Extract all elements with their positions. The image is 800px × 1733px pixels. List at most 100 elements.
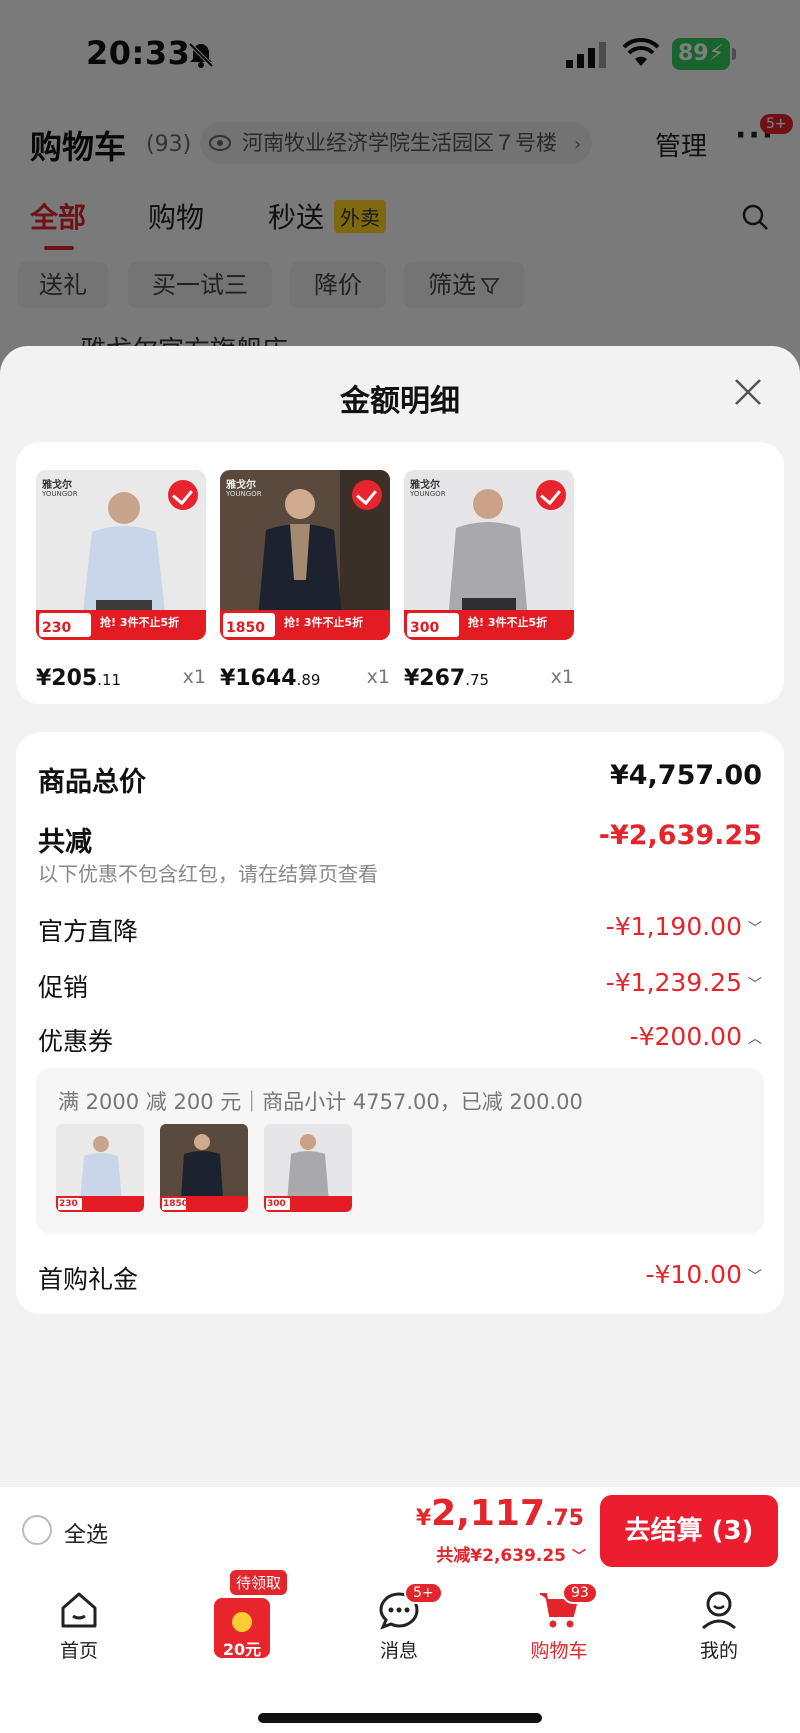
coupon-row[interactable]: -¥200.00 ︿ xyxy=(630,1022,762,1051)
brand-logo-en: YOUNGOR xyxy=(226,490,262,498)
red-packet-tag: 待领取 xyxy=(230,1570,288,1595)
chevron-down-icon: ﹀ xyxy=(572,1549,586,1565)
brand-logo-en: YOUNGOR xyxy=(42,490,78,498)
nav-label: 消息 xyxy=(379,1640,418,1662)
first-purchase-value: -¥10.00 xyxy=(645,1260,743,1289)
thumb-price-band: 230 xyxy=(56,1196,144,1212)
price-banner: 300 抢! 3件不止5折 xyxy=(404,610,574,640)
thumb-price-band: 300 xyxy=(264,1196,352,1212)
thumb-price-band: 1850 xyxy=(160,1196,248,1212)
nav-home[interactable]: 首页 xyxy=(24,1588,134,1663)
coupon-value: -¥200.00 xyxy=(629,1022,742,1051)
total-dec: .75 xyxy=(545,1506,584,1531)
product-quantity: x1 xyxy=(366,666,390,688)
product-price: ¥1644.89 xyxy=(220,666,320,691)
total-label: 商品总价 xyxy=(38,767,146,798)
estimated-price: 1850 xyxy=(223,613,275,637)
product-price: ¥267.75 xyxy=(404,666,489,691)
coupon-detail-text: 满 2000 减 200 元｜商品小计 4757.00，已减 200.00 xyxy=(58,1090,583,1114)
product-item[interactable]: 雅戈尔 YOUNGOR 300 抢! 3件不止5折 ¥267.75 x1 xyxy=(404,470,574,691)
total-saved[interactable]: 共减¥2,639.25 ﹀ xyxy=(436,1541,586,1566)
thumb-price: 1850 xyxy=(162,1198,189,1210)
estimated-price: 300 xyxy=(407,613,459,637)
promotion-label: 促销 xyxy=(38,973,89,1002)
nav-label: 购物车 xyxy=(530,1640,588,1662)
brand-logo: 雅戈尔 xyxy=(42,480,72,491)
select-all-label[interactable]: 全选 xyxy=(64,1517,108,1549)
chevron-down-icon: ﹀ xyxy=(748,921,762,937)
coupon-label: 优惠券 xyxy=(38,1027,114,1056)
nav-label: 首页 xyxy=(59,1640,98,1662)
reduce-label: 共减 xyxy=(38,827,92,858)
amount-detail-sheet: 金额明细 雅戈尔 YOUNGOR 230 抢! 3件不止5折 ¥205.11 x… xyxy=(0,346,800,1486)
nav-red-packet[interactable]: 20元 待领取 xyxy=(204,1570,288,1678)
close-icon[interactable] xyxy=(730,374,766,410)
total-saved-text: 共减¥2,639.25 xyxy=(436,1546,566,1566)
discount-note: 以下优惠不包含红包，请在结算页查看 xyxy=(38,862,378,886)
checkout-bar: 全选 ¥2,117.75 共减¥2,639.25 ﹀ 去结算 (3) xyxy=(0,1486,800,1574)
product-image[interactable]: 雅戈尔 YOUNGOR 230 抢! 3件不止5折 xyxy=(36,470,206,640)
official-discount-value: -¥1,190.00 xyxy=(605,912,742,941)
reduce-value: -¥2,639.25 xyxy=(598,820,762,851)
total-price: ¥2,117.75 xyxy=(416,1493,584,1534)
coupon-product-thumb: 1850 xyxy=(160,1124,248,1212)
user-icon xyxy=(702,1591,736,1630)
promotion-row[interactable]: -¥1,239.25 ﹀ xyxy=(606,968,762,997)
checked-icon[interactable] xyxy=(536,480,566,510)
coin-icon xyxy=(232,1612,252,1632)
price-int: ¥205 xyxy=(36,666,98,691)
price-int: ¥1644 xyxy=(220,666,297,691)
brand-logo-en: YOUNGOR xyxy=(410,490,446,498)
bottom-nav: 首页 20元 待领取 消息 5+ 购物车 93 我的 xyxy=(0,1570,800,1733)
dim-overlay[interactable] xyxy=(0,0,800,400)
coupon-product-thumb: 230 xyxy=(56,1124,144,1212)
cart-badge: 93 xyxy=(562,1582,598,1604)
product-quantity: x1 xyxy=(550,666,574,688)
nav-messages[interactable]: 消息 5+ xyxy=(344,1582,454,1663)
product-image[interactable]: 雅戈尔 YOUNGOR 1850 抢! 3件不止5折 xyxy=(220,470,390,640)
product-image[interactable]: 雅戈尔 YOUNGOR 300 抢! 3件不止5折 xyxy=(404,470,574,640)
price-dec: .75 xyxy=(465,671,490,689)
first-purchase-row[interactable]: -¥10.00 ﹀ xyxy=(646,1260,763,1289)
price-int: ¥267 xyxy=(404,666,466,691)
product-item[interactable]: 雅戈尔 YOUNGOR 230 抢! 3件不止5折 ¥205.11 x1 xyxy=(36,470,206,691)
checked-icon[interactable] xyxy=(352,480,382,510)
thumb-price: 300 xyxy=(266,1198,290,1210)
home-indicator xyxy=(258,1713,542,1723)
checkout-button[interactable]: 去结算 (3) xyxy=(600,1495,778,1567)
promo-text: 抢! 3件不止5折 xyxy=(468,616,548,629)
messages-badge: 5+ xyxy=(404,1582,443,1604)
product-quantity: x1 xyxy=(182,666,206,688)
thumb-price: 230 xyxy=(58,1198,82,1210)
price-banner: 230 抢! 3件不止5折 xyxy=(36,610,206,640)
official-discount-label: 官方直降 xyxy=(38,917,139,946)
price-dec: .89 xyxy=(296,671,321,689)
total-int: 2,117 xyxy=(431,1493,546,1534)
sheet-title: 金额明细 xyxy=(340,384,460,419)
price-dec: .11 xyxy=(97,671,122,689)
price-banner: 1850 抢! 3件不止5折 xyxy=(220,610,390,640)
chevron-down-icon: ﹀ xyxy=(748,977,762,993)
product-price: ¥205.11 xyxy=(36,666,121,691)
promotion-value: -¥1,239.25 xyxy=(605,968,742,997)
promo-text: 抢! 3件不止5折 xyxy=(284,616,364,629)
checked-icon[interactable] xyxy=(168,480,198,510)
first-purchase-label: 首购礼金 xyxy=(38,1265,139,1294)
red-packet-amount: 20元 xyxy=(222,1640,262,1659)
select-all-radio[interactable] xyxy=(22,1515,52,1545)
product-item[interactable]: 雅戈尔 YOUNGOR 1850 抢! 3件不止5折 ¥1644.89 x1 xyxy=(220,470,390,691)
nav-label: 我的 xyxy=(699,1640,738,1662)
selected-products-card: 雅戈尔 YOUNGOR 230 抢! 3件不止5折 ¥205.11 x1 雅戈尔… xyxy=(16,442,784,704)
total-currency: ¥ xyxy=(415,1506,432,1531)
promo-text: 抢! 3件不止5折 xyxy=(100,616,180,629)
nav-cart[interactable]: 购物车 93 xyxy=(504,1582,614,1663)
total-value: ¥4,757.00 xyxy=(609,760,762,791)
coupon-detail-box: 满 2000 减 200 元｜商品小计 4757.00，已减 200.00 23… xyxy=(36,1068,764,1234)
brand-logo: 雅戈尔 xyxy=(410,480,440,491)
price-summary-card: 商品总价 ¥4,757.00 共减 -¥2,639.25 以下优惠不包含红包，请… xyxy=(16,732,784,1314)
estimated-price: 230 xyxy=(39,613,91,637)
coupon-product-thumb: 300 xyxy=(264,1124,352,1212)
home-icon xyxy=(61,1592,97,1628)
official-discount-row[interactable]: -¥1,190.00 ﹀ xyxy=(606,912,762,941)
nav-me[interactable]: 我的 xyxy=(664,1588,774,1663)
